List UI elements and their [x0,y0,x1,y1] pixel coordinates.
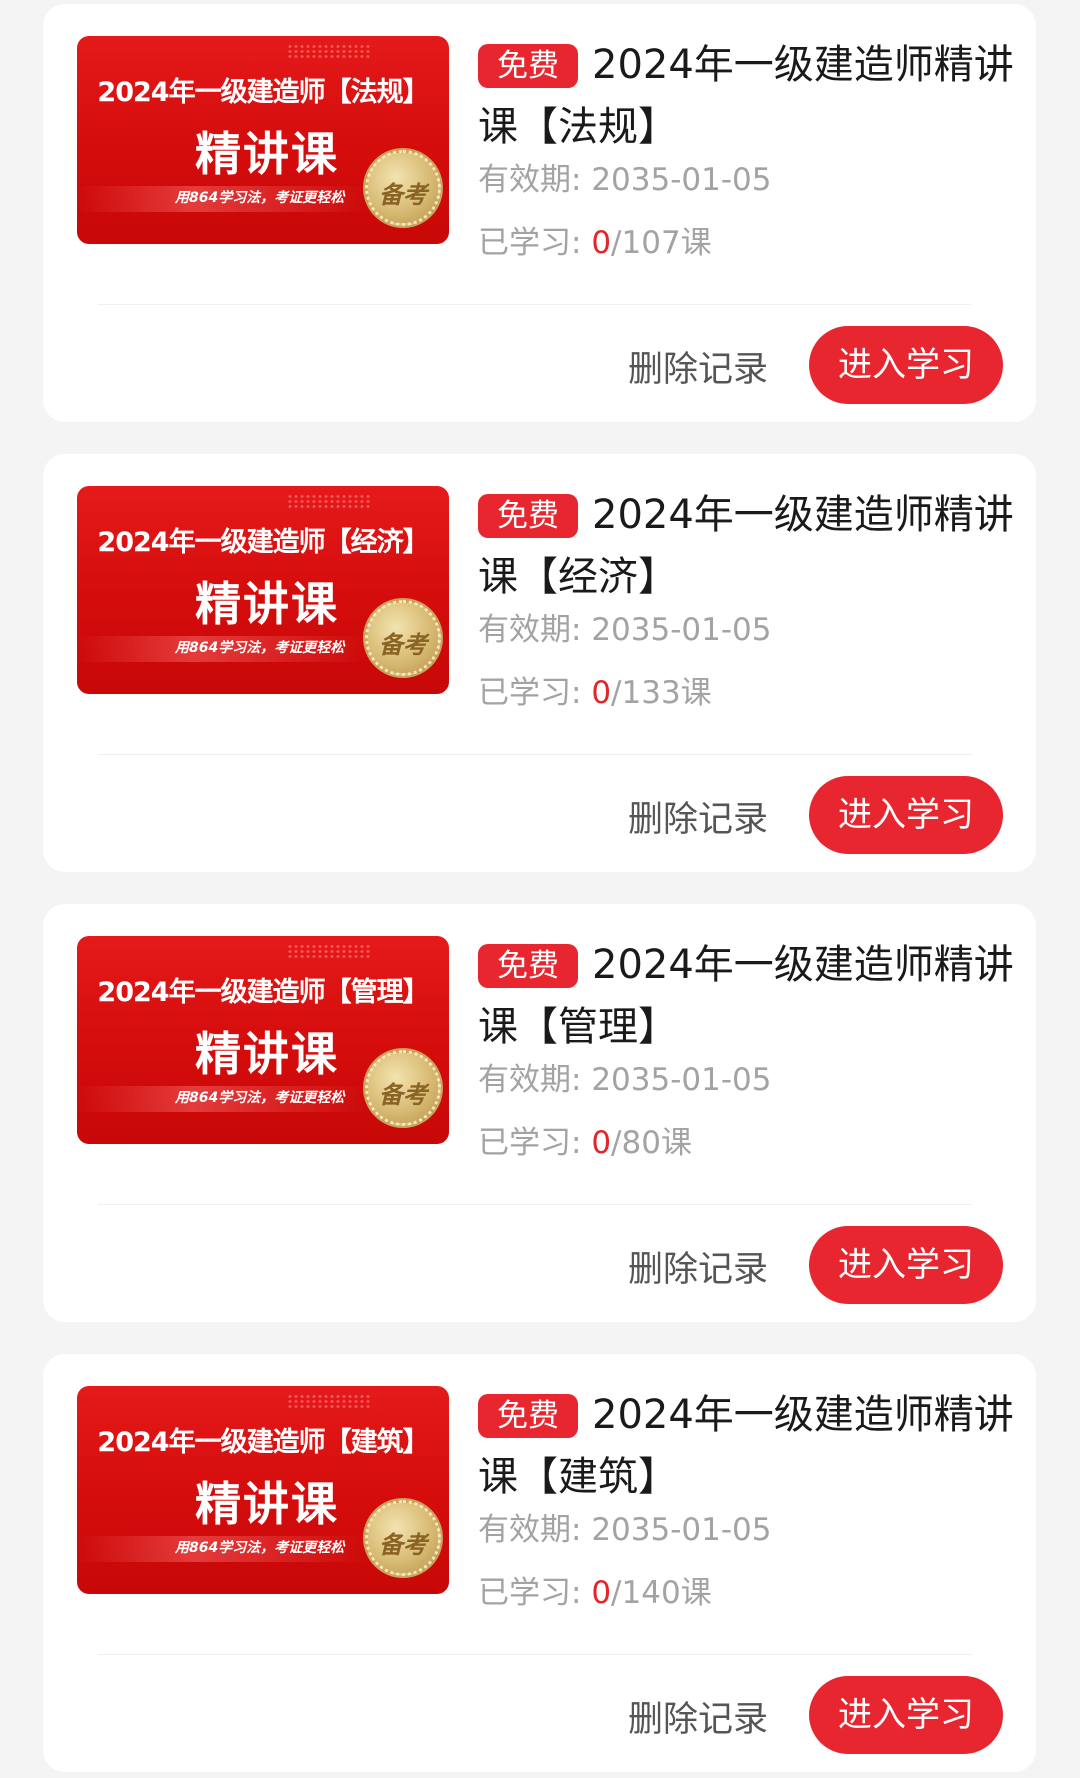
course-cover-image[interactable]: 2024年一级建造师【经济】 精讲课 用864学习法，考证更轻松 备考 [77,486,449,694]
validity-info: 有效期: 2035-01-05 [478,154,771,199]
cover-slogan: 用864学习法，考证更轻松 [175,1540,345,1556]
enter-study-button[interactable]: 进入学习 [809,1226,1003,1304]
progress-label: 已学习: [478,675,592,711]
progress-info: 已学习: 0/107课 [478,217,712,262]
validity-label: 有效期: [478,1512,592,1548]
cover-seal-text: 备考 [379,1530,427,1559]
course-card: 2024年一级建造师【建筑】 精讲课 用864学习法，考证更轻松 备考 2024… [43,1354,1036,1772]
enter-study-button[interactable]: 进入学习 [809,1676,1003,1754]
delete-record-button[interactable]: 删除记录 [628,791,768,842]
cover-seal-text: 备考 [379,630,427,659]
cover-seal-text: 备考 [379,1080,427,1109]
cover-slogan: 用864学习法，考证更轻松 [175,1090,345,1106]
free-badge: 免费 [478,1394,578,1438]
delete-record-button[interactable]: 删除记录 [628,341,768,392]
cover-dot-pattern [287,944,371,958]
course-cover-image[interactable]: 2024年一级建造师【管理】 精讲课 用864学习法，考证更轻松 备考 [77,936,449,1144]
card-divider [98,754,972,755]
progress-total: /133课 [611,675,712,711]
course-cover-image[interactable]: 2024年一级建造师【法规】 精讲课 用864学习法，考证更轻松 备考 [77,36,449,244]
progress-info: 已学习: 0/133课 [478,667,712,712]
progress-done-count: 0 [591,675,612,711]
cover-slogan: 用864学习法，考证更轻松 [175,640,345,656]
cover-headline: 2024年一级建造师【法规】 [97,77,429,108]
cover-seal-text: 备考 [379,180,427,209]
cover-seal-icon: 备考 [365,150,441,226]
cover-seal-icon: 备考 [365,1500,441,1576]
validity-label: 有效期: [478,1062,592,1098]
progress-total: /140课 [611,1575,712,1611]
delete-record-button[interactable]: 删除记录 [628,1691,768,1742]
validity-info: 有效期: 2035-01-05 [478,1054,771,1099]
progress-done-count: 0 [591,1125,612,1161]
course-card: 2024年一级建造师【管理】 精讲课 用864学习法，考证更轻松 备考 2024… [43,904,1036,1322]
progress-total: /80课 [611,1125,692,1161]
enter-study-button[interactable]: 进入学习 [809,326,1003,404]
cover-dot-pattern [287,494,371,508]
progress-total: /107课 [611,225,712,261]
validity-info: 有效期: 2035-01-05 [478,604,771,649]
cover-seal-icon: 备考 [365,600,441,676]
progress-info: 已学习: 0/140课 [478,1567,712,1612]
progress-done-count: 0 [591,1575,612,1611]
free-badge: 免费 [478,944,578,988]
course-cover-image[interactable]: 2024年一级建造师【建筑】 精讲课 用864学习法，考证更轻松 备考 [77,1386,449,1594]
cover-headline: 2024年一级建造师【经济】 [97,527,429,558]
course-card: 2024年一级建造师【经济】 精讲课 用864学习法，考证更轻松 备考 2024… [43,454,1036,872]
delete-record-button[interactable]: 删除记录 [628,1241,768,1292]
validity-date: 2035-01-05 [591,1512,772,1548]
validity-date: 2035-01-05 [591,1062,772,1098]
validity-date: 2035-01-05 [591,162,772,198]
card-divider [98,304,972,305]
validity-date: 2035-01-05 [591,612,772,648]
cover-seal-icon: 备考 [365,1050,441,1126]
course-list: 2024年一级建造师【法规】 精讲课 用864学习法，考证更轻松 备考 2024… [0,0,1080,1778]
progress-done-count: 0 [591,225,612,261]
enter-study-button[interactable]: 进入学习 [809,776,1003,854]
free-badge: 免费 [478,44,578,88]
cover-dot-pattern [287,1394,371,1408]
card-divider [98,1654,972,1655]
validity-label: 有效期: [478,162,592,198]
progress-info: 已学习: 0/80课 [478,1117,692,1162]
progress-label: 已学习: [478,225,592,261]
validity-label: 有效期: [478,612,592,648]
cover-headline: 2024年一级建造师【建筑】 [97,1427,429,1458]
course-card: 2024年一级建造师【法规】 精讲课 用864学习法，考证更轻松 备考 2024… [43,4,1036,422]
cover-slogan: 用864学习法，考证更轻松 [175,190,345,206]
free-badge: 免费 [478,494,578,538]
validity-info: 有效期: 2035-01-05 [478,1504,771,1549]
progress-label: 已学习: [478,1125,592,1161]
cover-dot-pattern [287,44,371,58]
progress-label: 已学习: [478,1575,592,1611]
card-divider [98,1204,972,1205]
cover-headline: 2024年一级建造师【管理】 [97,977,429,1008]
